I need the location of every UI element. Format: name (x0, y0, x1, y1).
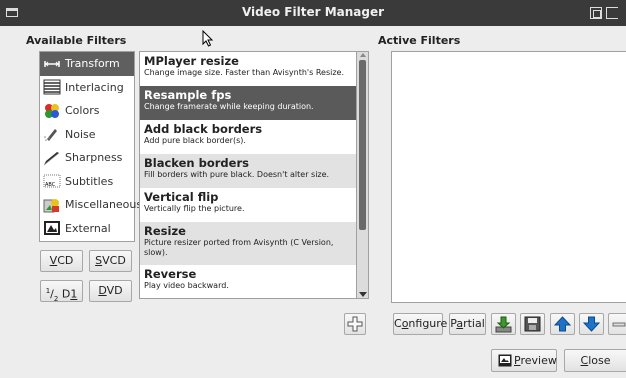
filter-item[interactable]: Resample fps Change framerate while keep… (140, 86, 356, 120)
category-label: Sharpness (65, 151, 123, 165)
transform-icon (43, 56, 61, 72)
scroll-up-icon[interactable] (360, 53, 366, 57)
category-item-subtitles[interactable]: ABC Subtitles (40, 170, 134, 194)
noise-icon (43, 126, 61, 142)
arrow-down-icon (582, 316, 601, 332)
filter-item[interactable]: Resize Picture resizer ported from Avisy… (140, 222, 356, 265)
close-button[interactable]: Close (564, 349, 626, 372)
filter-item[interactable]: Blacken borders Fill borders with pure b… (140, 154, 356, 188)
colors-icon (43, 103, 61, 119)
scrollbar-thumb[interactable] (359, 60, 366, 230)
category-item-external[interactable]: External (40, 217, 134, 241)
category-item-transform[interactable]: Transform (40, 52, 134, 76)
load-filters-button[interactable] (491, 313, 516, 335)
filter-item[interactable]: MPlayer resize Change image size. Faster… (140, 52, 356, 86)
window-title: Video Filter Manager (241, 5, 385, 19)
category-label: Miscellaneous (65, 198, 143, 212)
download-icon (495, 316, 512, 333)
category-label: External (65, 221, 111, 235)
save-icon (524, 316, 541, 332)
arrow-up-icon (553, 316, 572, 332)
category-item-miscellaneous[interactable]: Miscellaneous (40, 193, 142, 217)
title-bar: Video Filter Manager (0, 0, 626, 26)
configure-button[interactable]: Configure (393, 313, 447, 335)
plus-icon (347, 316, 363, 332)
half-d1-button[interactable]: 1/2 D1 (40, 280, 83, 303)
active-filter-list[interactable] (391, 51, 626, 303)
available-filters-label: Available Filters (26, 34, 127, 47)
filter-item[interactable]: Vertical flip Vertically flip the pictur… (140, 188, 356, 222)
filter-list: MPlayer resize Change image size. Faster… (139, 51, 357, 299)
maximize-button[interactable] (590, 7, 602, 19)
category-label: Subtitles (65, 174, 114, 188)
interlacing-icon (43, 79, 61, 95)
remove-filter-button[interactable] (608, 313, 626, 335)
preview-icon (498, 354, 512, 367)
save-filters-button[interactable] (520, 313, 545, 335)
category-item-interlacing[interactable]: Interlacing (40, 76, 134, 100)
external-icon (43, 220, 61, 236)
vcd-button[interactable]: VCD (40, 250, 83, 272)
miscellaneous-icon (43, 197, 61, 213)
move-down-button[interactable] (579, 313, 604, 335)
close-window-button[interactable] (606, 7, 618, 19)
minus-icon (612, 322, 626, 327)
category-label: Interlacing (65, 80, 124, 94)
category-item-noise[interactable]: Noise (40, 123, 134, 147)
filter-list-scrollbar[interactable] (357, 51, 369, 299)
svcd-button[interactable]: SVCD (89, 250, 132, 272)
partial-button[interactable]: Partial (449, 313, 486, 335)
category-item-sharpness[interactable]: Sharpness (40, 146, 134, 170)
category-list: Transform Interlacing Colors Noise Sharp… (39, 51, 142, 242)
svg-text:ABC: ABC (45, 182, 56, 188)
active-filters-label: Active Filters (378, 34, 461, 47)
dvd-button[interactable]: DVD (89, 280, 132, 302)
category-label: Colors (65, 104, 100, 118)
sharpness-icon (43, 150, 61, 166)
mouse-cursor-icon (202, 30, 214, 47)
add-filter-button[interactable] (344, 313, 366, 335)
category-label: Noise (65, 127, 96, 141)
preview-button[interactable]: Preview (491, 349, 557, 372)
filter-item[interactable]: Add black borders Add pure black border(… (140, 120, 356, 154)
move-up-button[interactable] (550, 313, 575, 335)
category-label: Transform (65, 57, 120, 71)
filter-item[interactable]: Reverse Play video backward. (140, 265, 356, 298)
subtitles-icon: ABC (43, 173, 61, 189)
category-item-colors[interactable]: Colors (40, 99, 134, 123)
scroll-down-icon[interactable] (359, 292, 367, 297)
